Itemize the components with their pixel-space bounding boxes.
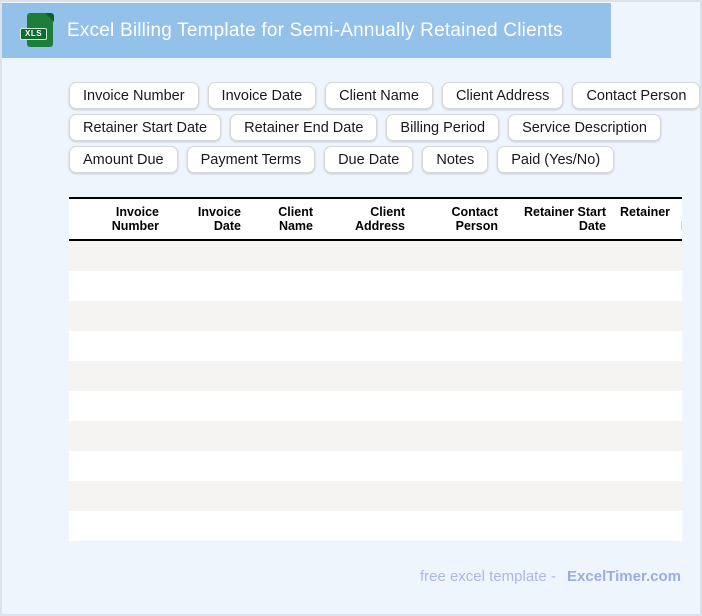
table-row — [69, 511, 682, 541]
table-row — [69, 241, 682, 271]
table-header-row: Invoice Number Invoice Date Client Name Cli… — [69, 197, 682, 241]
tag-payment-terms[interactable]: Payment Terms — [186, 146, 316, 173]
col-header-invoice-date: Invoice Date — [197, 205, 241, 233]
col-header-retainer-start-date: Retainer Start Date — [524, 205, 606, 233]
tag-row-1: Invoice Number Invoice Date Client Name … — [69, 82, 700, 109]
table-row — [69, 391, 682, 421]
table-row — [69, 481, 682, 511]
header-bar: XLS Excel Billing Template for Semi-Annu… — [2, 3, 611, 58]
col-header-client-address: Client Address — [354, 205, 405, 233]
tag-retainer-start-date[interactable]: Retainer Start Date — [69, 114, 222, 141]
tag-notes[interactable]: Notes — [422, 146, 489, 173]
col-header-contact-person: Contact Person — [451, 205, 498, 233]
footer: free excel template - ExcelTimer.com — [420, 568, 681, 585]
table-row — [69, 361, 682, 391]
tag-billing-period[interactable]: Billing Period — [386, 114, 500, 141]
col-header-client-name: Client Name — [278, 205, 313, 233]
xls-label: XLS — [20, 28, 48, 40]
tag-amount-due[interactable]: Amount Due — [69, 146, 178, 173]
field-tag-list: Invoice Number Invoice Date Client Name … — [69, 82, 700, 178]
table-body — [69, 241, 682, 541]
table-row — [69, 421, 682, 451]
tag-retainer-end-date[interactable]: Retainer End Date — [230, 114, 378, 141]
tag-due-date[interactable]: Due Date — [324, 146, 414, 173]
billing-table-preview: Invoice Number Invoice Date Client Name Cli… — [69, 197, 682, 541]
template-preview-card: XLS Excel Billing Template for Semi-Annu… — [0, 0, 702, 616]
footer-brand-link[interactable]: ExcelTimer.com — [567, 568, 681, 585]
tag-service-description[interactable]: Service Description — [508, 114, 661, 141]
tag-contact-person[interactable]: Contact Person — [572, 82, 700, 109]
table-row — [69, 451, 682, 481]
billing-table-inner: Invoice Number Invoice Date Client Name Cli… — [69, 197, 682, 541]
xls-file-icon: XLS — [20, 12, 57, 48]
tag-client-address[interactable]: Client Address — [441, 82, 564, 109]
tag-invoice-number[interactable]: Invoice Number — [69, 82, 199, 109]
tag-row-3: Amount Due Payment Terms Due Date Notes … — [69, 146, 700, 173]
col-header-rownum — [69, 199, 99, 239]
tag-row-2: Retainer Start Date Retainer End Date Bi… — [69, 114, 700, 141]
tag-paid-yes-no[interactable]: Paid (Yes/No) — [497, 146, 615, 173]
tag-invoice-date[interactable]: Invoice Date — [207, 82, 317, 109]
col-header-invoice-number: Invoice Number — [111, 205, 159, 233]
table-row — [69, 331, 682, 361]
table-row — [69, 301, 682, 331]
xls-folded-corner — [45, 13, 54, 22]
table-row — [69, 271, 682, 301]
page-title: Excel Billing Template for Semi-Annually… — [67, 19, 563, 41]
col-header-retainer-end-date: RetainerEnd Date — [620, 205, 682, 233]
footer-tagline: free excel template - — [419, 568, 556, 585]
tag-client-name[interactable]: Client Name — [325, 82, 433, 109]
